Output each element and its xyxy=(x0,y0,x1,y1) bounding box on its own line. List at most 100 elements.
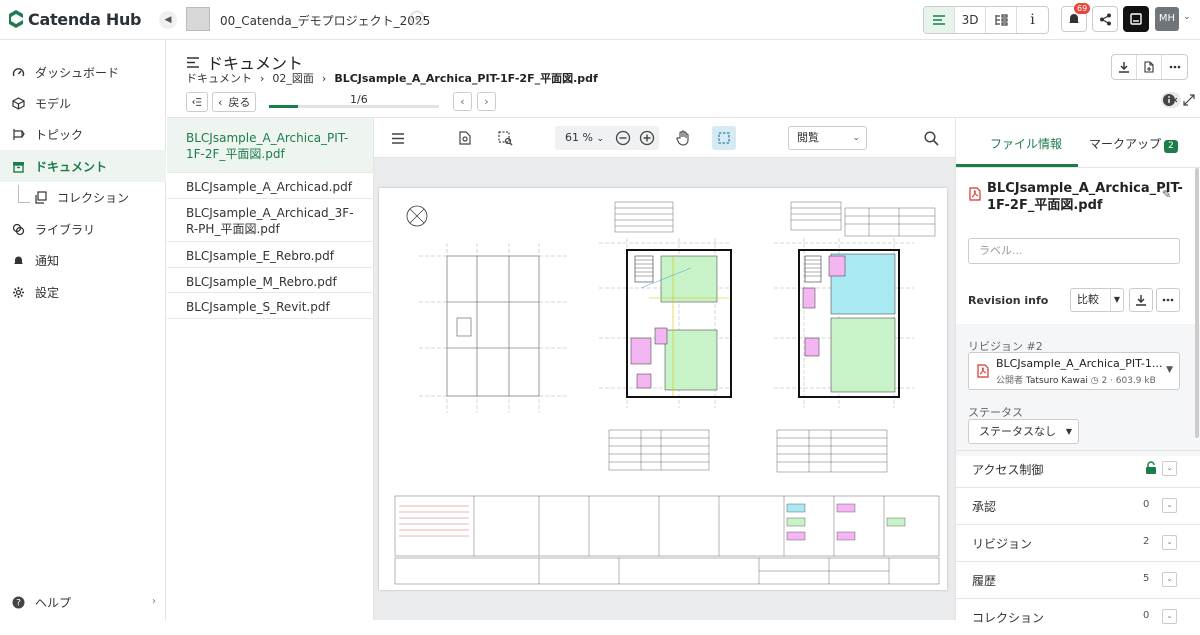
file-list-item[interactable]: BLCJsample_A_Archica_PIT-1F-2F_平面図.pdf xyxy=(167,118,373,173)
tab-markup[interactable]: マークアップ 2 xyxy=(1089,135,1178,153)
org-logo-button[interactable] xyxy=(1123,6,1149,32)
more-options-button[interactable] xyxy=(1162,55,1187,79)
drawing-legend xyxy=(394,495,940,585)
next-document-button[interactable]: › xyxy=(477,92,496,111)
viewer-menu-button[interactable] xyxy=(387,127,409,149)
compare-button[interactable]: 比較 ▼ xyxy=(1070,288,1124,312)
gear-icon xyxy=(12,286,25,299)
sidebar-item-settings[interactable]: 設定 xyxy=(0,276,166,308)
sidebar-item-collections[interactable]: コレクション xyxy=(0,181,166,213)
sidebar-item-topics[interactable]: トピック xyxy=(0,118,166,150)
viewer-mode-value: 閲覧 xyxy=(797,131,819,144)
breadcrumb: ドキュメント › 02_図面 › BLCJsample_A_Archica_PI… xyxy=(186,70,598,86)
previous-document-button[interactable]: ‹ xyxy=(453,92,472,111)
user-avatar[interactable]: MH xyxy=(1155,7,1179,31)
zoom-value: 61 % xyxy=(565,131,593,144)
section-approval[interactable]: 承認 0 ⌄ xyxy=(956,487,1200,524)
3d-view-button[interactable]: 3D xyxy=(955,7,986,33)
notification-badge: 69 xyxy=(1074,3,1091,14)
documents-view-button[interactable] xyxy=(924,7,955,33)
chevron-down-icon[interactable]: ⌄ xyxy=(1162,461,1177,476)
file-list-item[interactable]: BLCJsample_M_Rebro.pdf xyxy=(167,268,373,293)
label-input[interactable]: ラベル... xyxy=(968,238,1180,264)
zoom-area-button[interactable] xyxy=(494,127,516,149)
file-list-item[interactable]: BLCJsample_A_Archicad.pdf xyxy=(167,173,373,199)
viewer-mode-select[interactable]: 閲覧 ⌄ xyxy=(788,126,867,150)
archive-icon xyxy=(12,160,25,173)
section-access-control[interactable]: アクセス制御 ⌄ xyxy=(956,450,1200,487)
chevron-right-icon[interactable]: › xyxy=(152,596,156,607)
sidebar-item-library[interactable]: ライブラリ xyxy=(0,213,166,245)
new-revision-button[interactable] xyxy=(1137,55,1162,79)
share-button[interactable] xyxy=(1092,6,1118,32)
zoom-select[interactable]: 61 % ⌄ xyxy=(565,131,604,144)
sidebar-item-label: モデル xyxy=(35,96,72,111)
edit-pencil-icon[interactable]: ✎ xyxy=(1162,188,1171,201)
breadcrumb-item[interactable]: ドキュメント xyxy=(186,70,252,86)
status-value: ステータスなし xyxy=(979,425,1056,438)
info-panel-toggle[interactable] xyxy=(1161,92,1195,108)
sidebar-item-label: トピック xyxy=(35,127,84,142)
revision-more-button[interactable] xyxy=(1156,288,1180,312)
section-count: 0 xyxy=(1143,499,1150,510)
chevron-down-icon[interactable]: ⌄ xyxy=(1162,609,1177,624)
section-revisions[interactable]: リビジョン 2 ⌄ xyxy=(956,524,1200,561)
revision-select[interactable]: BLCJsample_A_Archica_PIT-1... 公開者 Tatsur… xyxy=(968,352,1180,390)
info-icon xyxy=(1161,92,1181,108)
sidebar-item-notifications[interactable]: 通知 xyxy=(0,244,166,276)
sidebar-item-help[interactable]: ? ヘルプ xyxy=(12,594,71,611)
status-select[interactable]: ステータスなし ▼ xyxy=(968,419,1079,444)
back-button[interactable]: ‹ 戻る xyxy=(212,92,257,112)
panel-scrollbar[interactable] xyxy=(1195,168,1199,438)
pdf-file-icon xyxy=(969,187,981,201)
document-position: 1/6 xyxy=(350,93,368,106)
zoom-out-icon[interactable] xyxy=(615,130,631,146)
hamburger-icon xyxy=(392,132,404,144)
sidebar-item-dashboard[interactable]: ダッシュボード xyxy=(0,56,166,88)
zoom-in-icon[interactable] xyxy=(639,130,655,146)
file-list-item[interactable]: BLCJsample_E_Rebro.pdf xyxy=(167,242,373,268)
section-history[interactable]: 履歴 5 ⌄ xyxy=(956,561,1200,598)
revision-box: リビジョン #2 BLCJsample_A_Archica_PIT-1... 公… xyxy=(956,324,1200,456)
file-list-item[interactable]: BLCJsample_A_Archicad_3F-R-PH_平面図.pdf xyxy=(167,199,373,242)
top-bar: Catenda Hub ◀ 00_Catenda_デモプロジェクト_2025 ⌄… xyxy=(0,0,1200,40)
user-menu-chevron-icon[interactable]: ⌄ xyxy=(1183,12,1191,22)
project-name[interactable]: 00_Catenda_デモプロジェクト_2025 xyxy=(220,12,430,29)
tree-view-button[interactable] xyxy=(986,7,1017,33)
zoom-control: 61 % ⌄ xyxy=(555,126,659,150)
chevron-down-icon[interactable]: ⌄ xyxy=(1162,572,1177,587)
section-label: リビジョン xyxy=(972,537,1033,551)
compare-label: 比較 xyxy=(1077,293,1099,306)
pan-tool-button[interactable] xyxy=(672,127,694,149)
file-list-item[interactable]: BLCJsample_S_Revit.pdf xyxy=(167,293,373,319)
catenda-logo[interactable]: Catenda Hub xyxy=(8,9,141,29)
tab-file-info[interactable]: ファイル情報 xyxy=(990,135,1062,152)
viewer-search-button[interactable] xyxy=(920,127,942,149)
document-info-panel: ファイル情報 マークアップ 2 BLCJsample_A_Archica_PIT-… xyxy=(955,117,1200,625)
copy-icon xyxy=(34,190,47,204)
sidebar-item-documents[interactable]: ドキュメント xyxy=(0,150,166,182)
sidebar: ダッシュボード モデル トピック ドキュメント コレクション ライブラリ 通知 … xyxy=(0,40,166,620)
help-icon: ? xyxy=(12,596,25,609)
toggle-list-button[interactable] xyxy=(186,92,208,112)
project-dropdown-icon[interactable]: ⌄ xyxy=(410,11,424,25)
breadcrumb-current: BLCJsample_A_Archica_PIT-1F-2F_平面図.pdf xyxy=(334,72,598,85)
download-revision-button[interactable] xyxy=(1129,288,1153,312)
pdf-page[interactable] xyxy=(379,188,947,590)
sidebar-item-models[interactable]: モデル xyxy=(0,87,166,119)
chevron-down-icon[interactable]: ⌄ xyxy=(1162,535,1177,550)
section-collections[interactable]: コレクション 0 ⌄ xyxy=(956,598,1200,635)
download-button[interactable] xyxy=(1112,55,1137,79)
chevron-down-icon[interactable]: ⌄ xyxy=(1162,498,1177,513)
document-navigation: ‹ 戻る xyxy=(186,92,257,112)
north-arrow-icon xyxy=(406,205,428,227)
section-label: 承認 xyxy=(972,500,997,514)
collapse-sidebar-button[interactable]: ◀ xyxy=(159,11,177,29)
select-tool-button[interactable] xyxy=(712,126,736,150)
info-view-button[interactable]: i xyxy=(1017,7,1048,33)
chevron-down-icon: ⌄ xyxy=(596,134,604,144)
markup-count-badge: 2 xyxy=(1164,140,1178,153)
fit-page-button[interactable] xyxy=(454,127,476,149)
breadcrumb-item[interactable]: 02_図面 xyxy=(272,70,314,86)
sidebar-item-label: ライブラリ xyxy=(35,222,96,237)
